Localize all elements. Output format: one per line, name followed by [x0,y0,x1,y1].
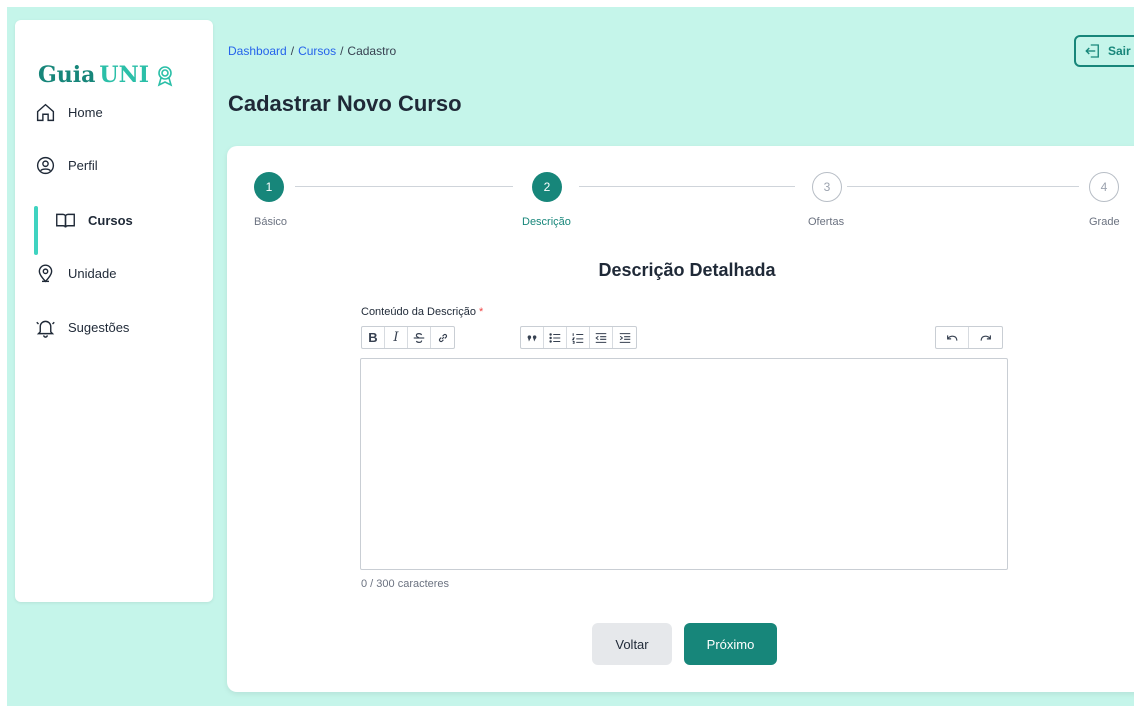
indent-icon [619,332,630,343]
form-card: 1 2 3 4 Básico Descrição Ofertas Grade D… [227,146,1134,692]
breadcrumb-separator: / [290,44,295,58]
format-toolbar: B I [361,326,455,349]
strikethrough-icon [413,332,425,343]
step-1-label: Básico [254,216,288,228]
step-4-circle[interactable]: 4 [1089,172,1119,202]
step-3-circle[interactable]: 3 [812,172,842,202]
home-icon [36,103,55,122]
sidebar-item-label: Cursos [88,213,133,228]
logout-label: Sair [1108,44,1131,58]
link-icon [438,333,447,342]
sidebar-item-home[interactable]: Home [35,102,103,123]
step-3-label: Ofertas [808,216,845,228]
sidebar-item-unidade[interactable]: Unidade [35,263,116,284]
quote-icon [527,334,537,341]
breadcrumb-separator: / [340,44,344,58]
stepper-connector [847,186,1079,187]
strikethrough-button[interactable] [408,327,431,348]
breadcrumb-current: Cadastro [347,44,397,58]
book-icon [56,213,75,228]
map-pin-icon [38,264,53,283]
history-toolbar [935,326,1003,349]
sidebar: Guia UNI Home Perfil Cursos Unidade Suge… [15,20,213,602]
back-button[interactable]: Voltar [592,623,672,665]
step-4-label: Grade [1089,216,1120,228]
italic-button[interactable]: I [385,327,408,348]
page-title: Cadastrar Novo Curso [228,91,462,116]
sidebar-item-label: Unidade [68,266,117,281]
step-number: 2 [543,180,551,194]
sidebar-item-label: Home [68,105,103,120]
next-button[interactable]: Próximo [684,623,777,665]
active-indicator [34,206,38,255]
logout-button[interactable]: Sair [1074,35,1134,67]
next-button-label: Próximo [706,636,755,652]
stepper-connector [295,186,513,187]
sidebar-item-label: Perfil [68,158,98,173]
redo-icon [980,334,991,341]
step-number: 1 [265,180,273,194]
character-counter: 0 / 300 caracteres [361,578,450,590]
breadcrumb: Dashboard / Cursos / Cadastro [228,44,396,58]
outdent-button[interactable] [590,327,613,348]
numbered-list-icon [571,332,584,344]
stepper-connector [579,186,795,187]
logo-text-guia: Guia [38,62,96,88]
back-button-label: Voltar [615,636,649,652]
description-label: Conteúdo da Descrição * [361,306,483,318]
undo-icon [947,334,958,341]
redo-button[interactable] [969,327,1002,348]
sidebar-item-cursos[interactable]: Cursos [55,210,133,231]
section-title: Descrição Detalhada [598,260,776,280]
link-button[interactable] [431,327,454,348]
sidebar-item-sugestoes[interactable]: Sugestões [35,317,129,338]
step-2-label: Descrição [522,216,571,228]
sidebar-item-perfil[interactable]: Perfil [35,155,98,176]
bold-label: B [368,330,378,345]
description-editor[interactable] [360,358,1008,570]
breadcrumb-cursos[interactable]: Cursos [298,44,336,58]
undo-button[interactable] [936,327,969,348]
award-badge-icon [157,66,173,87]
step-number: 3 [823,180,831,194]
sidebar-item-label: Sugestões [68,320,130,335]
breadcrumb-dashboard[interactable]: Dashboard [228,44,287,58]
bold-button[interactable]: B [362,327,385,348]
step-number: 4 [1100,180,1108,194]
bullet-list-icon [549,332,561,343]
logo[interactable]: Guia UNI [38,62,177,88]
bell-icon [36,320,55,338]
indent-button[interactable] [613,327,636,348]
app-background: Guia UNI Home Perfil Cursos Unidade Suge… [7,7,1134,706]
quote-button[interactable] [521,327,544,348]
italic-label: I [393,330,399,345]
user-circle-icon [36,156,55,175]
logout-icon [1085,44,1099,58]
numbered-list-button[interactable] [567,327,590,348]
required-marker: * [479,306,484,318]
logo-text-uni: UNI [99,62,149,88]
bullet-list-button[interactable] [544,327,567,348]
block-toolbar [520,326,637,349]
description-label-text: Conteúdo da Descrição [361,306,476,318]
step-1-circle[interactable]: 1 [254,172,284,202]
outdent-icon [595,332,607,343]
step-2-circle[interactable]: 2 [532,172,562,202]
